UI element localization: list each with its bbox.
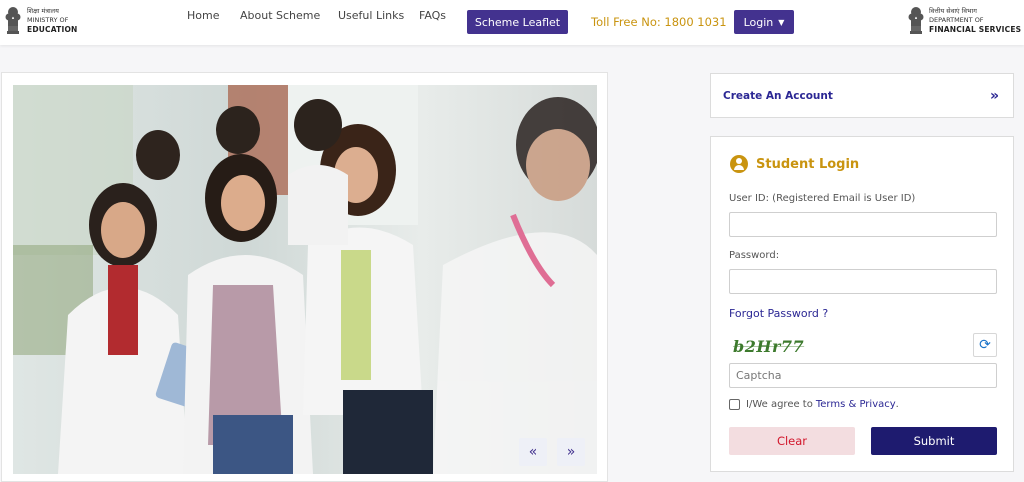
login-dropdown-button[interactable]: Login ▼	[734, 10, 794, 34]
clear-button[interactable]: Clear	[729, 427, 855, 455]
nav-useful-links[interactable]: Useful Links	[338, 9, 404, 22]
user-circle-icon	[730, 155, 748, 173]
ministry-line: MINISTRY OF	[27, 16, 69, 24]
password-label: Password:	[729, 250, 780, 261]
nav-about-scheme[interactable]: About Scheme	[240, 9, 320, 22]
department-hindi-text: वित्तीय सेवाएं विभाग	[929, 6, 977, 15]
scheme-leaflet-button[interactable]: Scheme Leaflet	[467, 10, 568, 34]
toll-free-number: Toll Free No: 1800 1031	[591, 15, 727, 29]
refresh-captcha-icon[interactable]: ⟳	[973, 333, 997, 357]
ministry-name: EDUCATION	[27, 25, 78, 34]
terms-agreement: I/We agree to Terms & Privacy .	[729, 399, 899, 410]
slider-next-button[interactable]: »	[557, 438, 585, 466]
ministry-hindi-text: शिक्षा मंत्रालय	[27, 7, 59, 15]
login-title: Student Login	[756, 156, 860, 172]
login-button-label: Login	[743, 15, 774, 29]
nav-faqs[interactable]: FAQs	[419, 9, 446, 22]
forgot-password-link[interactable]: Forgot Password ?	[729, 307, 828, 320]
agree-text: I/We agree to	[746, 399, 813, 410]
ministry-of-education-logo[interactable]: शिक्षा मंत्रालय MINISTRY OF EDUCATION	[4, 4, 78, 36]
user-id-label: User ID: (Registered Email is User ID)	[729, 193, 916, 204]
login-heading: Student Login	[730, 155, 859, 173]
captcha-image: b2Hr77	[733, 337, 805, 356]
top-header: शिक्षा मंत्रालय MINISTRY OF EDUCATION Ho…	[0, 0, 1024, 45]
create-account-label: Create An Account	[723, 89, 833, 102]
captcha-input[interactable]	[729, 363, 997, 388]
user-id-input[interactable]	[729, 212, 997, 237]
submit-button[interactable]: Submit	[871, 427, 997, 455]
students-banner-image	[13, 85, 597, 474]
terms-privacy-link[interactable]: Terms & Privacy	[816, 399, 896, 410]
terms-checkbox[interactable]	[729, 399, 740, 410]
nav-home[interactable]: Home	[187, 9, 219, 22]
national-emblem-icon	[5, 7, 21, 34]
chevron-down-icon: ▼	[778, 17, 785, 27]
agree-suffix: .	[895, 399, 899, 410]
department-line: DEPARTMENT OF	[929, 15, 984, 24]
double-chevron-right-icon: »	[989, 87, 999, 104]
department-name: FINANCIAL SERVICES	[929, 24, 1022, 34]
national-emblem-icon	[908, 7, 924, 34]
department-financial-services-logo[interactable]: वित्तीय सेवाएं विभाग DEPARTMENT OF FINAN…	[907, 4, 1021, 36]
student-login-form: Student Login User ID: (Registered Email…	[710, 136, 1014, 472]
password-input[interactable]	[729, 269, 997, 294]
slider-prev-button[interactable]: «	[519, 438, 547, 466]
create-account-link[interactable]: Create An Account »	[710, 73, 1014, 118]
